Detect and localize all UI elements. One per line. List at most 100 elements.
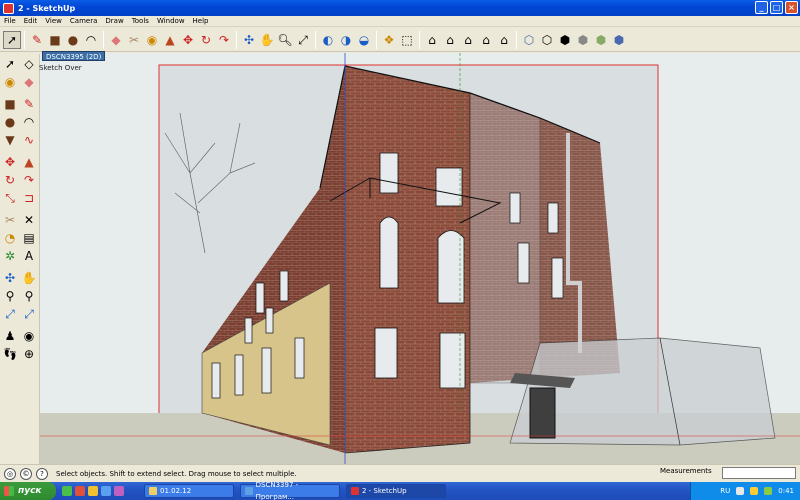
paint-bucket-icon[interactable]: ◉ [143, 31, 161, 49]
move-icon[interactable]: ✥ [2, 154, 18, 170]
quick-launch-icon[interactable] [75, 486, 85, 496]
freehand-icon[interactable]: ∿ [21, 132, 37, 148]
orbit-icon[interactable]: ✣ [240, 31, 258, 49]
select-icon[interactable]: ➚ [3, 30, 21, 49]
menu-file[interactable]: File [4, 17, 16, 25]
taskbar-item-image-viewer[interactable]: DSCN3397 - Програм... [240, 481, 340, 500]
axes-icon[interactable]: ✲ [2, 248, 18, 264]
offset-icon[interactable]: ⊐ [21, 190, 37, 206]
menu-draw[interactable]: Draw [105, 17, 123, 25]
quick-launch-icon[interactable] [88, 486, 98, 496]
3d-viewport[interactable] [40, 53, 800, 464]
iso-view-icon[interactable]: ⬚ [398, 31, 416, 49]
dimension-icon[interactable]: ✕ [21, 212, 37, 228]
follow-me-icon[interactable]: ↷ [215, 31, 233, 49]
rotate-icon[interactable]: ↻ [2, 172, 18, 188]
menu-camera[interactable]: Camera [70, 17, 97, 25]
zoom-extents-icon[interactable]: ⤢ [294, 31, 312, 49]
circle-icon[interactable]: ● [2, 114, 18, 130]
menu-edit[interactable]: Edit [24, 17, 38, 25]
title-bar[interactable]: 2 - SketchUp _ □ × [0, 0, 800, 16]
close-button[interactable]: × [785, 1, 798, 14]
help-icon[interactable]: ? [36, 467, 48, 480]
zoom-extents-icon[interactable]: ⤢ [2, 306, 18, 322]
zoom-window-icon[interactable]: ⚲ [21, 288, 37, 304]
zoom-icon[interactable]: ⚲ [2, 288, 18, 304]
rotate-icon[interactable]: ↻ [197, 31, 215, 49]
entrance-door [529, 387, 556, 439]
taskbar-item-folder[interactable]: 01.02.12 [144, 484, 234, 498]
arc-icon[interactable]: ◠ [21, 114, 37, 130]
clock[interactable]: 0:41 [778, 487, 794, 495]
minimize-button[interactable]: _ [755, 1, 768, 14]
move-icon[interactable]: ✥ [179, 31, 197, 49]
zoom-icon[interactable]: 🔍︎ [276, 31, 294, 49]
quick-launch-icon[interactable] [114, 486, 124, 496]
look-around-icon[interactable]: ◉ [21, 328, 37, 344]
walk-icon[interactable]: 👣︎ [2, 346, 18, 362]
pan-icon[interactable]: ✋ [258, 31, 276, 49]
line-icon[interactable]: ✎ [21, 96, 37, 112]
credits-icon[interactable]: © [20, 467, 32, 480]
tape-measure-icon[interactable]: ✂ [125, 31, 143, 49]
polygon-icon[interactable]: ▼ [2, 132, 18, 148]
windows-taskbar: пуск 01.02.12 DSCN3397 - Програм... 2 - … [0, 481, 800, 500]
orbit-icon[interactable]: ✣ [2, 270, 18, 286]
3d-warehouse-icon[interactable]: ❖ [380, 31, 398, 49]
position-camera-icon[interactable]: ♟ [2, 328, 18, 344]
push-pull-icon[interactable]: ▲ [21, 154, 37, 170]
quick-launch-icon[interactable] [62, 486, 72, 496]
tray-icon[interactable] [750, 487, 759, 495]
shaded-icon[interactable]: ⬢ [574, 31, 592, 49]
previous-view-icon[interactable]: ⤢ [21, 306, 37, 322]
pencil-icon[interactable]: ✎ [28, 31, 46, 49]
shaded-textures-icon[interactable]: ⬢ [592, 31, 610, 49]
tray-icon[interactable] [736, 487, 745, 495]
geo-location-icon[interactable]: ◎ [4, 467, 16, 480]
right-view-icon[interactable]: ⌂ [459, 31, 477, 49]
back-view-icon[interactable]: ⌂ [477, 31, 495, 49]
next-scene-icon[interactable]: ◑ [337, 31, 355, 49]
tray-icon[interactable] [764, 487, 773, 495]
eraser-icon[interactable]: ◆ [107, 31, 125, 49]
maximize-button[interactable]: □ [770, 1, 783, 14]
push-pull-icon[interactable]: ▲ [161, 31, 179, 49]
left-view-icon[interactable]: ⌂ [495, 31, 513, 49]
3d-text-icon[interactable]: A [21, 248, 37, 264]
follow-me-icon[interactable]: ↷ [21, 172, 37, 188]
make-component-icon[interactable]: ◇ [21, 56, 37, 72]
pan-icon[interactable]: ✋ [21, 270, 37, 286]
monochrome-icon[interactable]: ⬢ [610, 31, 628, 49]
text-icon[interactable]: ▤ [21, 230, 37, 246]
protractor-icon[interactable]: ◔ [2, 230, 18, 246]
window-title: 2 - SketchUp [18, 3, 76, 13]
quick-launch-icon[interactable] [101, 486, 111, 496]
scene-tab[interactable]: DSCN3395 (2D) [42, 51, 106, 61]
menu-window[interactable]: Window [157, 17, 185, 25]
arc-icon[interactable]: ◠ [82, 31, 100, 49]
wireframe-icon[interactable]: ⬡ [538, 31, 556, 49]
scale-icon[interactable]: ⤡ [2, 190, 18, 206]
top-view-icon[interactable]: ⌂ [423, 31, 441, 49]
start-button[interactable]: пуск [0, 482, 56, 500]
select-icon[interactable]: ➚ [2, 56, 18, 72]
sketch-over-label: Sketch Over [39, 64, 82, 72]
menu-view[interactable]: View [45, 17, 62, 25]
tape-measure-icon[interactable]: ✂ [2, 212, 18, 228]
eraser-icon[interactable]: ◆ [21, 74, 37, 90]
measurements-input[interactable] [722, 467, 796, 479]
circle-icon[interactable]: ● [64, 31, 82, 49]
component-icon[interactable]: ◒ [355, 31, 373, 49]
taskbar-item-sketchup[interactable]: 2 - SketchUp [346, 484, 446, 498]
menu-help[interactable]: Help [193, 17, 209, 25]
language-indicator[interactable]: RU [720, 487, 730, 495]
rectangle-icon[interactable]: ■ [46, 31, 64, 49]
xray-icon[interactable]: ⬡ [520, 31, 538, 49]
menu-tools[interactable]: Tools [132, 17, 149, 25]
hidden-line-icon[interactable]: ⬢ [556, 31, 574, 49]
section-plane-icon[interactable]: ⊕ [21, 346, 37, 362]
front-view-icon[interactable]: ⌂ [441, 31, 459, 49]
paint-bucket-icon[interactable]: ◉ [2, 74, 18, 90]
previous-scene-icon[interactable]: ◐ [319, 31, 337, 49]
rectangle-icon[interactable]: ■ [2, 96, 18, 112]
